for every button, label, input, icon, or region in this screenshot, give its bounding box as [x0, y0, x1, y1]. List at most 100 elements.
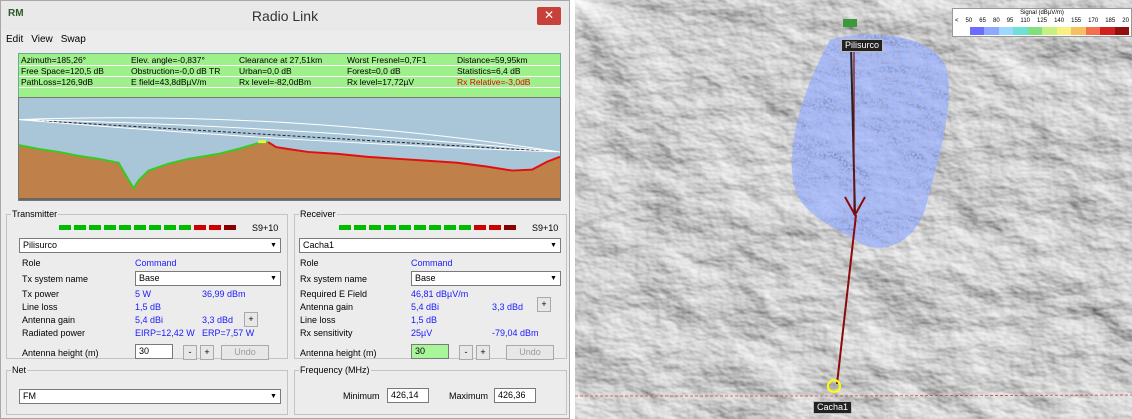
rx-gain-dbd[interactable]: 3,3 dBd [492, 302, 523, 312]
legend-tick: 65 [979, 18, 986, 24]
legend-tick: 140 [1054, 18, 1065, 24]
terrain-profile [18, 97, 561, 201]
menu-bar: Edit View Swap [1, 31, 569, 47]
tx-power-dbm[interactable]: 36,99 dBm [202, 289, 246, 299]
rx-undo-button[interactable]: Undo [506, 345, 554, 360]
rx-efield-value[interactable]: 46,81 dBµV/m [411, 289, 468, 299]
tx-power-w[interactable]: 5 W [135, 289, 151, 299]
rx-gain-dbi[interactable]: 5,4 dBi [411, 302, 439, 312]
rx-system-select[interactable]: Base ▼ [411, 271, 561, 286]
stat-forest: Forest=0,0 dB [347, 66, 401, 76]
net-select[interactable]: FM ▼ [19, 389, 281, 404]
legend-tick: 95 [1006, 18, 1014, 24]
net-legend: Net [12, 365, 27, 375]
stat-rx-level-dbm: Rx level=-82,0dBm [239, 77, 312, 87]
menu-edit[interactable]: Edit [6, 34, 23, 45]
signal-legend: Signal (dBµV/m) < 50 65 80 95 110 125 14… [952, 8, 1132, 37]
rx-height-label: Antenna height (m) [300, 348, 377, 358]
window-title: Radio Link [251, 8, 319, 24]
chevron-down-icon: ▼ [270, 275, 277, 282]
site-label-cacha1[interactable]: Cacha1 [813, 401, 853, 414]
stat-rx-relative: Rx Relative=-3,0dB [457, 77, 531, 87]
rx-role-value[interactable]: Command [411, 258, 453, 268]
rx-sens-uv[interactable]: 25µV [411, 328, 432, 338]
legend-color-swatch [955, 27, 970, 35]
radio-link-window: RM Radio Link ✕ Edit View Swap Azimuth=1… [0, 0, 570, 419]
coverage-map[interactable]: Signal (dBµV/m) < 50 65 80 95 110 125 14… [575, 0, 1132, 419]
tx-system-select[interactable]: Base ▼ [135, 271, 281, 286]
legend-tick: 125 [1037, 18, 1048, 24]
net-value: FM [23, 391, 36, 401]
freq-min-label: Minimum [343, 391, 380, 401]
stat-worst-fresnel: Worst Fresnel=0,7F1 [347, 55, 427, 65]
rx-system-value: Base [415, 273, 436, 283]
legend-color-bar [955, 27, 1129, 35]
legend-color-swatch [984, 27, 999, 35]
legend-tick: 110 [1020, 18, 1030, 24]
tx-gain-dbi[interactable]: 5,4 dBi [135, 315, 163, 325]
legend-tick: < [955, 18, 959, 24]
legend-tick: 80 [992, 18, 1000, 24]
legend-title: Signal (dBµV/m) [1020, 10, 1064, 16]
site-label-pilisurco[interactable]: Pilisurco [841, 39, 884, 52]
legend-color-swatch [1114, 27, 1129, 35]
close-button[interactable]: ✕ [537, 7, 561, 25]
rx-sens-dbm[interactable]: -79,04 dBm [492, 328, 539, 338]
tx-role-value[interactable]: Command [135, 258, 177, 268]
stat-obstruction: Obstruction=-0,0 dB TR [131, 66, 221, 76]
tx-gain-label: Antenna gain [22, 315, 76, 325]
tx-gain-add-button[interactable]: + [244, 312, 258, 327]
menu-swap[interactable]: Swap [61, 34, 86, 45]
rx-height-minus-button[interactable]: - [459, 345, 473, 360]
chevron-down-icon: ▼ [270, 393, 277, 400]
tx-line-loss-label: Line loss [22, 302, 58, 312]
legend-color-swatch [1042, 27, 1057, 35]
stat-elev-angle: Elev. angle=-0,837° [131, 55, 205, 65]
rx-height-plus-button[interactable]: + [476, 345, 490, 360]
stat-free-space: Free Space=120,5 dB [21, 66, 104, 76]
rx-signal-meter [339, 225, 519, 232]
tx-undo-button[interactable]: Undo [221, 345, 269, 360]
tx-height-plus-button[interactable]: + [200, 345, 214, 360]
tx-height-label: Antenna height (m) [22, 348, 99, 358]
menu-view[interactable]: View [31, 34, 53, 45]
legend-tick: 50 [965, 18, 973, 24]
title-bar[interactable]: RM Radio Link ✕ [1, 1, 569, 31]
legend-ticks: < 50 65 80 95 110 125 140 155 170 185 20 [955, 18, 1129, 24]
tx-system-value: Base [139, 273, 160, 283]
tx-height-input[interactable]: 30 [135, 344, 173, 359]
freq-max-input[interactable]: 426,36 [494, 388, 536, 403]
tx-eirp: EIRP=12,42 W [135, 328, 195, 338]
tx-height-minus-button[interactable]: - [183, 345, 197, 360]
legend-tick: 20 [1122, 18, 1129, 24]
chevron-down-icon: ▼ [270, 242, 277, 249]
legend-color-swatch [1013, 27, 1028, 35]
rx-site-value: Cacha1 [303, 240, 335, 250]
tx-signal-meter [59, 225, 239, 232]
stat-efield: E field=43,8dBµV/m [131, 77, 207, 87]
chevron-down-icon: ▼ [550, 242, 557, 249]
tx-line-loss[interactable]: 1,5 dB [135, 302, 161, 312]
tx-gain-dbd[interactable]: 3,3 dBd [202, 315, 233, 325]
tx-site-select[interactable]: Pilisurco ▼ [19, 238, 281, 253]
rx-site-select[interactable]: Cacha1 ▼ [299, 238, 561, 253]
stat-azimuth: Azimuth=185,26° [21, 55, 87, 65]
tx-power-label: Tx power [22, 289, 60, 299]
receiver-legend: Receiver [300, 209, 336, 219]
rx-height-input[interactable]: 30 [411, 344, 449, 359]
chevron-down-icon: ▼ [550, 275, 557, 282]
rx-role-label: Role [300, 258, 319, 268]
tx-site-value: Pilisurco [23, 240, 58, 250]
terrain-map-image [575, 0, 1132, 419]
stat-distance: Distance=59,95km [457, 55, 528, 65]
tx-system-label: Tx system name [22, 274, 89, 284]
rx-system-label: Rx system name [300, 274, 368, 284]
freq-min-input[interactable]: 426,14 [387, 388, 429, 403]
freq-max-label: Maximum [449, 391, 489, 401]
legend-color-swatch [1056, 27, 1071, 35]
rx-gain-add-button[interactable]: + [537, 297, 551, 312]
legend-tick: 170 [1088, 18, 1099, 24]
rx-line-loss[interactable]: 1,5 dB [411, 315, 437, 325]
legend-color-swatch [1085, 27, 1100, 35]
transmitter-legend: Transmitter [12, 209, 58, 219]
